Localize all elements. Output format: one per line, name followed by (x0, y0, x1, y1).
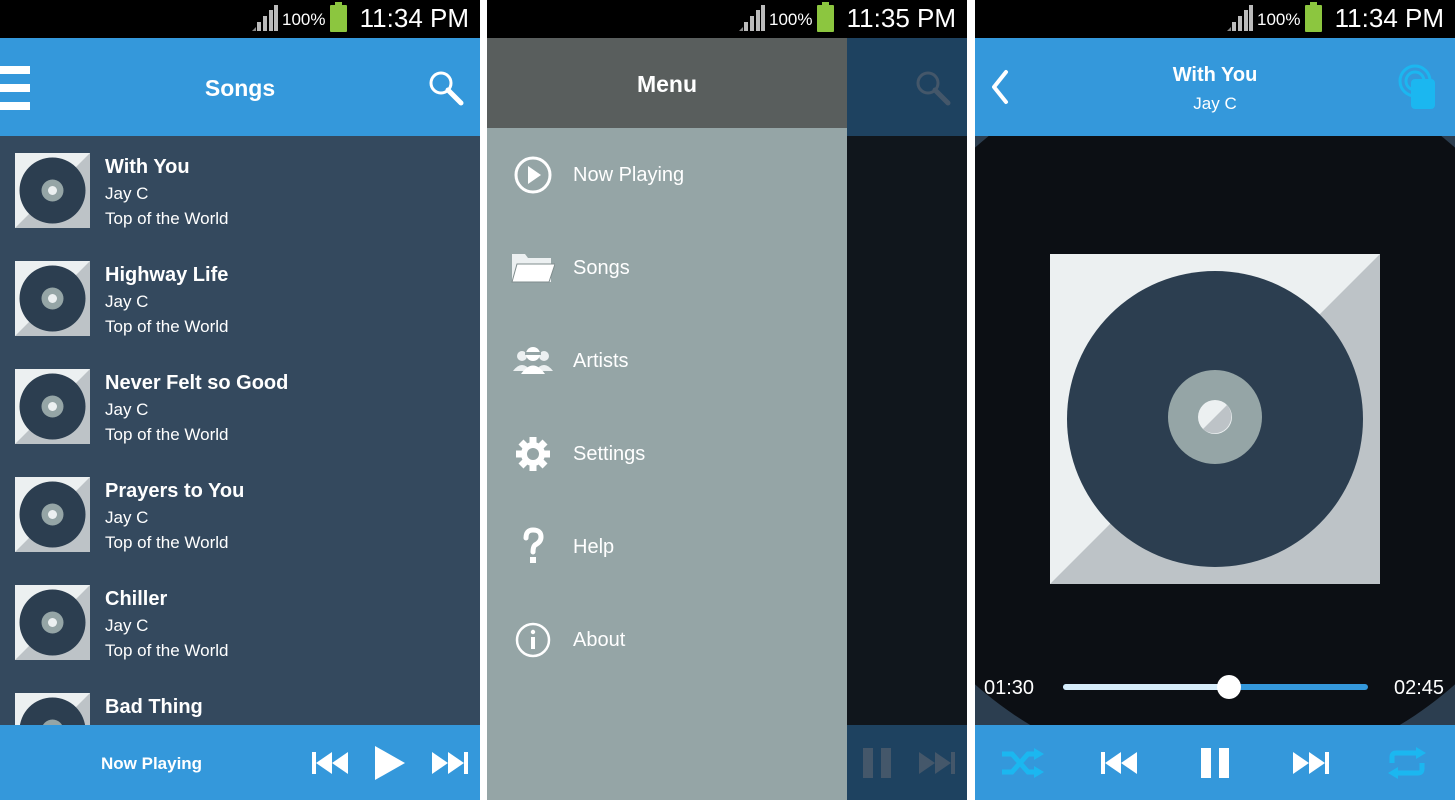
play-circle-icon (514, 156, 552, 194)
song-title: With You (1172, 64, 1258, 86)
next-icon[interactable] (1293, 752, 1329, 774)
question-icon (523, 527, 544, 563)
song-artist: Jay C (1193, 94, 1237, 113)
menu-item-label: Now Playing (573, 164, 685, 186)
song-row[interactable]: Bad Thing (0, 676, 480, 725)
album-art (1050, 254, 1380, 584)
album-art-icon (15, 153, 90, 228)
page-title: Songs (204, 75, 276, 101)
info-icon (515, 622, 551, 658)
next-icon[interactable] (432, 752, 468, 774)
pause-icon (863, 748, 891, 778)
dimmed-app-bar (847, 38, 967, 136)
song-album: Top of the World (105, 209, 229, 228)
song-row[interactable]: Highway Life Jay C Top of the World (0, 244, 480, 352)
app-bar: Songs (0, 38, 480, 136)
seek-bar[interactable] (1063, 675, 1368, 699)
album-art-icon (15, 585, 90, 660)
menu-item-about[interactable]: About (487, 594, 847, 687)
song-title: Prayers to You (105, 480, 245, 502)
menu-item-now-playing[interactable]: Now Playing (487, 129, 847, 222)
song-row[interactable]: With You Jay C Top of the World (0, 136, 480, 244)
song-title: Highway Life (105, 264, 229, 286)
song-title: Chiller (105, 588, 168, 610)
menu-item-label: About (573, 629, 626, 651)
menu-item-label: Artists (573, 350, 629, 372)
song-title: Bad Thing (105, 696, 203, 718)
next-icon (919, 752, 955, 774)
search-icon[interactable] (428, 70, 464, 106)
song-album: Top of the World (105, 533, 229, 552)
dimmed-bottom-bar (847, 725, 967, 800)
songs-screen: 100% 11:34 PM Songs With You Jay C Top o… (0, 0, 480, 800)
menu-screen: 100% 11:35 PM Menu Now Playing Songs Art… (487, 0, 967, 800)
player-controls (975, 725, 1455, 800)
player-screen: 100% 11:34 PM With You Jay C 01:30 02:45 (975, 0, 1455, 800)
song-list: With You Jay C Top of the World Highway … (0, 136, 480, 725)
pause-icon[interactable] (1200, 748, 1230, 778)
signal-icon (739, 5, 765, 31)
signal-icon (252, 5, 278, 31)
album-art-icon (15, 369, 90, 444)
battery-icon (817, 2, 834, 32)
song-artist: Jay C (105, 508, 149, 527)
menu-item-artists[interactable]: Artists (487, 315, 847, 408)
shuffle-icon[interactable] (1002, 748, 1044, 778)
menu-item-label: Settings (573, 443, 646, 465)
signal-icon (1227, 5, 1253, 31)
song-row[interactable]: Prayers to You Jay C Top of the World (0, 460, 480, 568)
song-artist: Jay C (105, 292, 149, 311)
clock: 11:34 PM (359, 3, 469, 33)
previous-icon[interactable] (312, 752, 348, 774)
song-title: With You (105, 156, 190, 178)
previous-icon[interactable] (1101, 752, 1137, 774)
menu-item-label: Help (573, 536, 615, 558)
repeat-icon[interactable] (1386, 747, 1428, 779)
menu-item-settings[interactable]: Settings (487, 408, 847, 501)
elapsed-time: 01:30 (984, 677, 1035, 699)
dimmed-content[interactable] (847, 136, 967, 725)
battery-icon (1305, 2, 1322, 32)
folder-icon (511, 254, 555, 283)
clock: 11:34 PM (1334, 3, 1444, 33)
battery-percent: 100% (769, 10, 813, 29)
clock: 11:35 PM (846, 3, 956, 33)
status-bar: 100% 11:35 PM (487, 0, 967, 38)
song-row[interactable]: Never Felt so Good Jay C Top of the Worl… (0, 352, 480, 460)
menu-item-songs[interactable]: Songs (487, 222, 847, 315)
now-playing-label: Now Playing (101, 754, 203, 773)
album-art-icon (15, 693, 90, 725)
song-album: Top of the World (105, 317, 229, 336)
song-artist: Jay C (105, 616, 149, 635)
people-icon (513, 347, 553, 374)
status-bar: 100% 11:34 PM (975, 0, 1455, 38)
battery-icon (330, 2, 347, 32)
song-artist: Jay C (105, 184, 149, 203)
song-album: Top of the World (105, 641, 229, 660)
now-playing-bar[interactable]: Now Playing (0, 725, 480, 800)
menu-item-help[interactable]: Help (487, 501, 847, 594)
song-row[interactable]: Chiller Jay C Top of the World (0, 568, 480, 676)
total-time: 02:45 (1394, 677, 1445, 699)
battery-percent: 100% (1257, 10, 1301, 29)
player-header: With You Jay C (975, 38, 1455, 136)
play-icon[interactable] (375, 746, 405, 780)
touch-icon[interactable] (1397, 63, 1441, 111)
drawer-header: Menu (487, 38, 847, 128)
battery-percent: 100% (282, 10, 326, 29)
search-icon (916, 71, 951, 106)
status-bar: 100% 11:34 PM (0, 0, 480, 38)
song-title: Never Felt so Good (105, 372, 289, 394)
album-art-icon (15, 477, 90, 552)
navigation-drawer: Menu Now Playing Songs Artists Settings … (487, 38, 847, 800)
album-art-icon (15, 261, 90, 336)
drawer-title: Menu (636, 71, 698, 97)
gear-icon (516, 437, 550, 471)
seek-progress (1063, 684, 1230, 690)
song-album: Top of the World (105, 425, 229, 444)
menu-item-label: Songs (573, 257, 630, 279)
song-artist: Jay C (105, 400, 149, 419)
